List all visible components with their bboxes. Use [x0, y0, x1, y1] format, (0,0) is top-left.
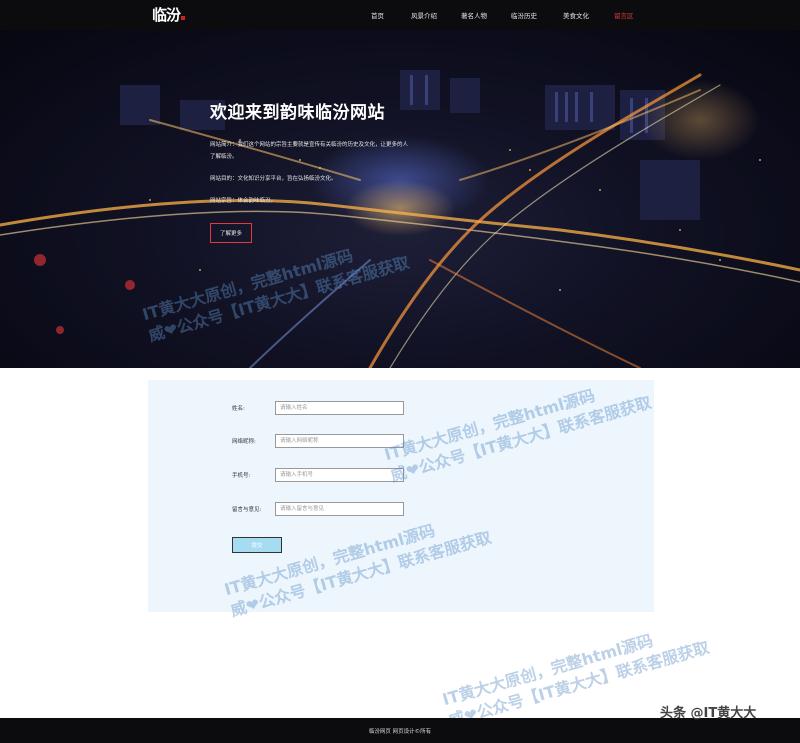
hero-content: 欢迎来到韵味临汾网站 网站简介：我们这个网站的宗旨主要就是宣传有关临汾的历史及文…	[210, 98, 410, 243]
phone-label: 手机号:	[232, 473, 251, 479]
nickname-label: 网络昵称:	[232, 439, 256, 445]
message-label: 留言与意见:	[232, 507, 262, 513]
footer-copyright: 临汾网页 网页设计©所有	[368, 729, 432, 735]
hero-banner: 欢迎来到韵味临汾网站 网站简介：我们这个网站的宗旨主要就是宣传有关临汾的历史及文…	[0, 30, 800, 368]
hero-title: 欢迎来到韵味临汾网站	[210, 103, 385, 123]
nav-item-history[interactable]: 临汾历史	[511, 10, 537, 20]
form-row-nickname: 网络昵称:	[148, 434, 654, 450]
form-row-name: 姓名:	[148, 401, 654, 417]
page-footer: 临汾网页 网页设计©所有	[0, 718, 800, 743]
hero-tenet-text: 网站宗旨：体会韵味临汾。	[210, 198, 277, 204]
nav-item-people[interactable]: 著名人物	[461, 10, 487, 20]
message-form: 姓名: 网络昵称: 手机号: 留言与意见: 提交	[148, 380, 654, 612]
hero-intro-text: 网站简介：我们这个网站的宗旨主要就是宣传有关临汾的历史及文化，让更多的人了解临汾…	[210, 142, 409, 160]
phone-input[interactable]	[275, 468, 404, 482]
nav-menu: 首页 风景介绍 著名人物 临汾历史 美食文化 留言区	[0, 10, 800, 22]
learn-more-button[interactable]: 了解更多	[210, 223, 253, 243]
nav-item-scenery[interactable]: 风景介绍	[411, 10, 437, 20]
nav-item-message[interactable]: 留言区	[614, 10, 634, 20]
source-badge: 头条 @IT黄大大	[660, 706, 757, 721]
nav-item-home[interactable]: 首页	[371, 10, 384, 20]
form-row-message: 留言与意见:	[148, 502, 654, 518]
nav-item-food[interactable]: 美食文化	[563, 10, 589, 20]
submit-button[interactable]: 提交	[232, 537, 282, 553]
name-label: 姓名:	[232, 406, 245, 412]
name-input[interactable]	[275, 401, 404, 415]
hero-purpose-text: 网站目的：文化知识分享平台，旨在弘扬临汾文化。	[210, 176, 337, 182]
message-input[interactable]	[275, 502, 404, 516]
top-nav: 临汾 首页 风景介绍 著名人物 临汾历史 美食文化 留言区	[0, 0, 800, 30]
nickname-input[interactable]	[275, 434, 404, 448]
watermark-line1: IT黄大大原创，完整html源码	[440, 630, 656, 710]
form-row-phone: 手机号:	[148, 468, 654, 484]
